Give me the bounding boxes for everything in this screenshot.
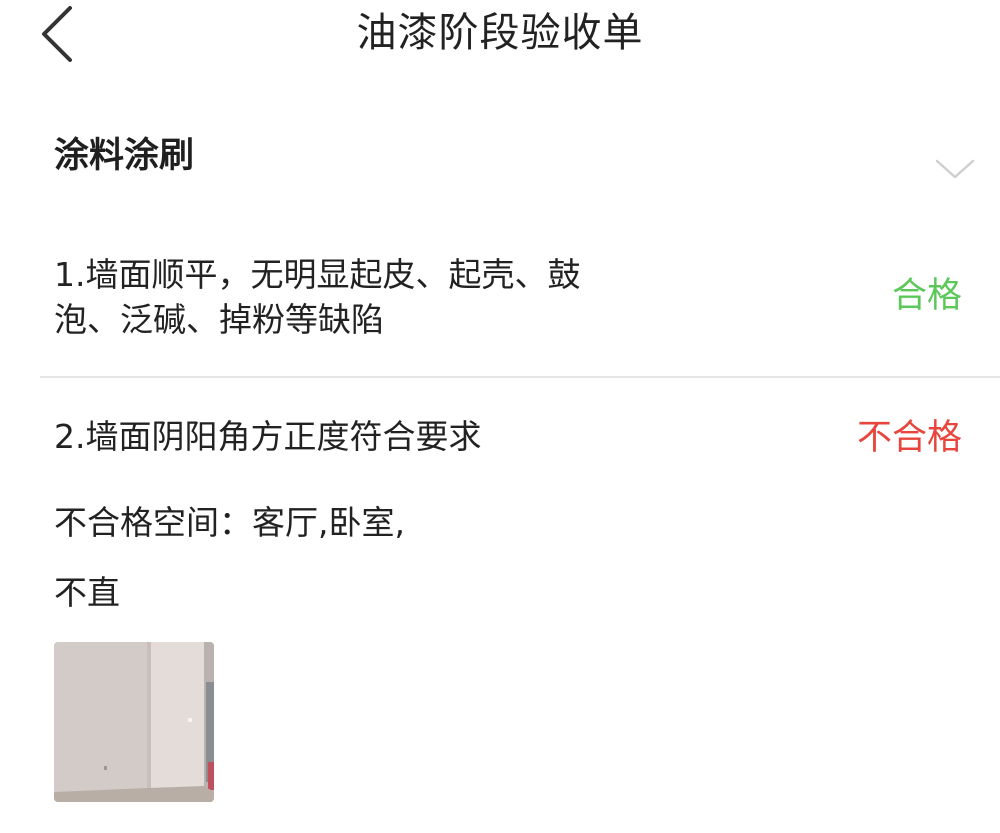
section-header-coating[interactable]: 涂料涂刷 <box>0 118 1000 208</box>
nav-bar: 油漆阶段验收单 <box>0 0 1000 80</box>
item-description: 2.墙面阴阳角方正度符合要求 <box>54 417 482 456</box>
page-title: 油漆阶段验收单 <box>356 10 644 56</box>
item-description: 1.墙面顺平，无明显起皮、起壳、鼓 泡、泛碱、掉粉等缺陷 <box>54 252 694 342</box>
remark-text: 不直 <box>54 573 120 612</box>
inspection-item-1: 1.墙面顺平，无明显起皮、起壳、鼓 泡、泛碱、掉粉等缺陷 合格 <box>0 248 1000 358</box>
failed-spaces: 不合格空间：客厅,卧室, <box>54 503 405 542</box>
room-photo-thumbnail[interactable] <box>54 642 214 802</box>
divider <box>40 376 1000 378</box>
section-title: 涂料涂刷 <box>54 136 195 176</box>
item-description-line-2: 泡、泛碱、掉粉等缺陷 <box>54 300 384 339</box>
result-pass: 合格 <box>891 276 962 316</box>
result-fail: 不合格 <box>856 418 962 458</box>
item-description-line-1: 1.墙面顺平，无明显起皮、起壳、鼓 <box>54 255 581 294</box>
chevron-down-icon <box>935 159 975 179</box>
room-photo-image <box>54 642 214 802</box>
